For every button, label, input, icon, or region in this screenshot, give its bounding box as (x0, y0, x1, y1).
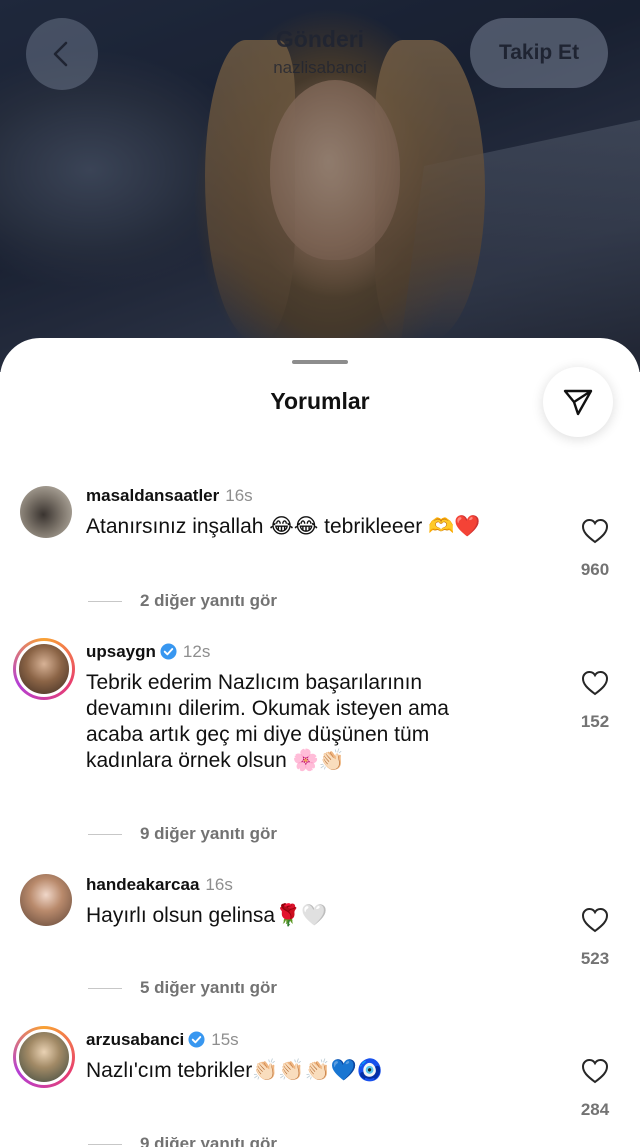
replies-divider (88, 1144, 122, 1146)
avatar[interactable] (13, 1026, 75, 1088)
like-count: 284 (580, 1100, 610, 1119)
like-button[interactable]: 284 (570, 1058, 620, 1120)
comment-username[interactable]: arzusabanci (86, 1030, 184, 1049)
like-button[interactable]: 152 (570, 670, 620, 732)
view-replies-link[interactable]: 9 diğer yanıtı gör (88, 824, 277, 844)
comments-sheet: Yorumlar masaldansaatler 16s Atanırsınız … (0, 338, 640, 1147)
heart-icon (581, 518, 609, 544)
comment-text: Hayırlı olsun gelinsa🌹🤍 (86, 904, 328, 927)
like-count: 523 (580, 949, 610, 968)
like-count: 152 (580, 712, 610, 731)
heart-icon (581, 907, 609, 933)
like-button[interactable]: 960 (570, 518, 620, 580)
comment-time: 12s (182, 642, 211, 661)
comment-meta: upsaygn 12s (86, 642, 210, 662)
sheet-grabber[interactable] (292, 360, 348, 364)
replies-divider (88, 988, 122, 990)
comment-text: Nazlı'cım tebrikler👏🏻👏🏻👏🏻💙🧿 (86, 1059, 383, 1082)
comment-time: 15s (211, 1030, 239, 1049)
comment-text: Tebrik ederim Nazlıcım başarılarının dev… (86, 671, 449, 772)
avatar[interactable] (20, 486, 72, 538)
comment-time: 16s (225, 486, 253, 505)
replies-divider (88, 834, 122, 836)
heart-icon (581, 670, 609, 696)
comment-username[interactable]: masaldansaatler (86, 486, 219, 505)
view-replies-link[interactable]: 5 diğer yanıtı gör (88, 978, 277, 998)
replies-divider (88, 601, 122, 603)
heart-icon (581, 1058, 609, 1084)
view-replies-label: 9 diğer yanıtı gör (140, 824, 277, 843)
comment-meta: masaldansaatler 16s (86, 486, 253, 506)
verified-badge-icon (160, 643, 177, 660)
share-button[interactable] (543, 367, 613, 437)
verified-badge-icon (188, 1031, 205, 1048)
send-icon (563, 389, 593, 416)
comment-meta: arzusabanci 15s (86, 1030, 239, 1050)
follow-button[interactable]: Takip Et (470, 18, 608, 88)
like-button[interactable]: 523 (570, 907, 620, 969)
comment-username[interactable]: upsaygn (86, 642, 156, 661)
comment-username[interactable]: handeakarcaa (86, 875, 199, 894)
comment-meta: handeakarcaa 16s (86, 875, 233, 895)
avatar[interactable] (20, 874, 72, 926)
like-count: 960 (580, 560, 610, 579)
comment-time: 16s (205, 875, 233, 894)
comment-text: Atanırsınız inşallah 😂😂 tebrikleeer 🫶❤️ (86, 515, 481, 538)
view-replies-link[interactable]: 2 diğer yanıtı gör (88, 591, 277, 611)
avatar[interactable] (13, 638, 75, 700)
view-replies-label: 5 diğer yanıtı gör (140, 978, 277, 997)
view-replies-link[interactable]: 9 diğer yanıtı gör (88, 1134, 277, 1147)
view-replies-label: 9 diğer yanıtı gör (140, 1134, 277, 1147)
view-replies-label: 2 diğer yanıtı gör (140, 591, 277, 610)
